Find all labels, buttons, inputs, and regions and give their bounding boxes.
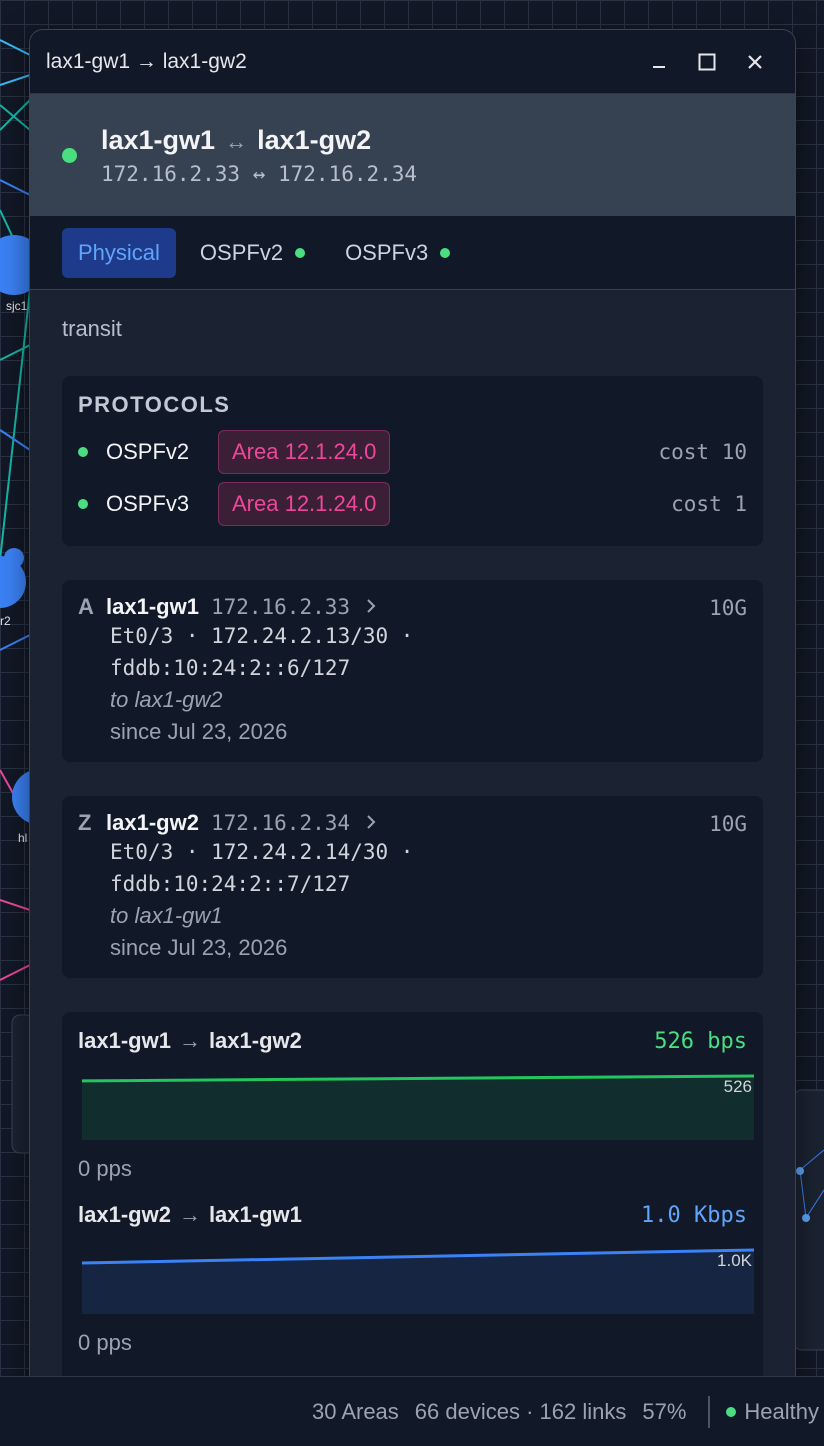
tab-ospfv2[interactable]: OSPFv2 [184,228,321,278]
link-status-dot [62,147,77,163]
area-badge[interactable]: Area 12.1.24.0 [218,482,391,526]
endpoint-ipv6: fddb:10:24:2::7/127 [110,872,351,896]
endpoint-interface: Et0/3 · 172.24.2.13/30 · [110,624,414,648]
protocol-status-dot [78,499,88,509]
health-status-dot [726,1406,737,1417]
tab-status-dot [440,247,451,258]
link-title: lax1-gw1 ↔ lax1-gw2 [101,125,417,156]
endpoint-speed: 10G [709,812,747,836]
protocols-title: PROTOCOLS [78,392,231,417]
endpoint-host[interactable]: lax1-gw2 [106,810,199,836]
link-details-panel: lax1-gw1 → lax1-gw2 lax1-gw1 ↔ lax1-gw2 17… [29,29,796,1391]
endpoint-ip: 172.16.2.34 [210,811,351,835]
tab-physical[interactable]: Physical [62,227,176,278]
chevron-right-icon[interactable] [366,594,376,620]
traffic-pps: 0 pps [78,1330,132,1355]
endpoint-ipv6: fddb:10:24:2::6/127 [110,656,351,680]
tab-ospfv3[interactable]: OSPFv3 [329,228,466,278]
sparkline-peak-label: 1.0K [717,1251,753,1270]
endpoint-since: since Jul 23, 2026 [110,935,288,960]
protocol-row: OSPFv3 Area 12.1.24.0 cost 1 [78,478,747,530]
protocol-name: OSPFv3 [106,491,190,516]
traffic-sparkline: 526 [81,1074,755,1140]
zoom-percent[interactable]: 57% [642,1399,686,1425]
protocol-name: OSPFv2 [106,439,190,464]
minimize-button[interactable] [635,38,683,86]
protocol-cost: cost 10 [658,440,747,464]
traffic-rate: 526 bps [654,1028,747,1054]
endpoint-letter: Z [78,810,92,835]
arrow-right-icon: → [178,1202,201,1227]
node-label: hl [18,831,27,845]
sparkline-area [82,1076,754,1140]
endpoint-a-card: A lax1-gw1 172.16.2.33 10G Et0/3 · 172.2… [62,580,763,762]
tab-status-dot [295,247,306,258]
area-badge[interactable]: Area 12.1.24.0 [218,430,391,474]
status-bar: 30 Areas 66 devices · 162 links 57% Heal… [0,1376,824,1446]
panel-title: lax1-gw1 → lax1-gw2 [46,49,247,73]
device-a-name: lax1-gw1 [101,124,216,155]
chevron-right-icon[interactable] [366,810,376,836]
panel-titlebar[interactable]: lax1-gw1 → lax1-gw2 [30,30,795,94]
tab-bar: Physical OSPFv2 OSPFv3 [30,216,795,290]
endpoint-letter: A [78,594,94,619]
node-label: r2 [0,614,11,628]
endpoint-z-card: Z lax1-gw2 172.16.2.34 10G Et0/3 · 172.2… [62,796,763,978]
traffic-card: lax1-gw1 → lax1-gw2 526 bps 526 0 pps lax1… [62,1012,763,1382]
arrow-right-icon: → [178,1028,201,1053]
protocol-status-dot [78,447,88,457]
traffic-rate: 1.0 Kbps [641,1202,747,1228]
endpoint-peer: to lax1-gw2 [110,687,223,712]
endpoint-peer: to lax1-gw1 [110,903,223,928]
minimize-icon [653,65,665,68]
traffic-direction: lax1-gw2 → lax1-gw1 [78,1202,302,1227]
close-button[interactable] [731,38,779,86]
maximize-icon [698,53,716,70]
network-counts: 66 devices · 162 links [414,1398,627,1424]
maximize-button[interactable] [683,38,731,86]
areas-count[interactable]: 30 Areas [312,1399,399,1425]
close-icon [748,54,762,69]
link-kind: transit [62,316,122,341]
link-header: lax1-gw1 ↔ lax1-gw2 172.16.2.33 ↔ 172.16.2… [30,94,795,216]
traffic-direction: lax1-gw1 → lax1-gw2 [78,1028,302,1053]
endpoint-host[interactable]: lax1-gw1 [106,594,199,620]
node-label: sjc1 [6,299,28,313]
sparkline-peak-label: 526 [724,1077,752,1096]
device-b-name: lax1-gw2 [257,124,372,155]
protocol-cost: cost 1 [671,492,747,516]
endpoint-interface: Et0/3 · 172.24.2.14/30 · [110,840,414,864]
endpoint-speed: 10G [709,596,747,620]
divider [708,1395,711,1428]
link-ips: 172.16.2.33 ↔ 172.16.2.34 [101,161,418,186]
traffic-pps: 0 pps [78,1156,132,1181]
protocols-card: PROTOCOLS OSPFv2 Area 12.1.24.0 cost 10 … [62,376,763,546]
bidirectional-arrow-icon: ↔ [225,128,248,154]
health-status: Healthy [744,1398,819,1424]
protocol-row: OSPFv2 Area 12.1.24.0 cost 10 [78,426,747,478]
endpoint-since: since Jul 23, 2026 [110,719,288,744]
endpoint-ip: 172.16.2.33 [210,595,351,619]
traffic-sparkline: 1.0K [81,1248,755,1314]
